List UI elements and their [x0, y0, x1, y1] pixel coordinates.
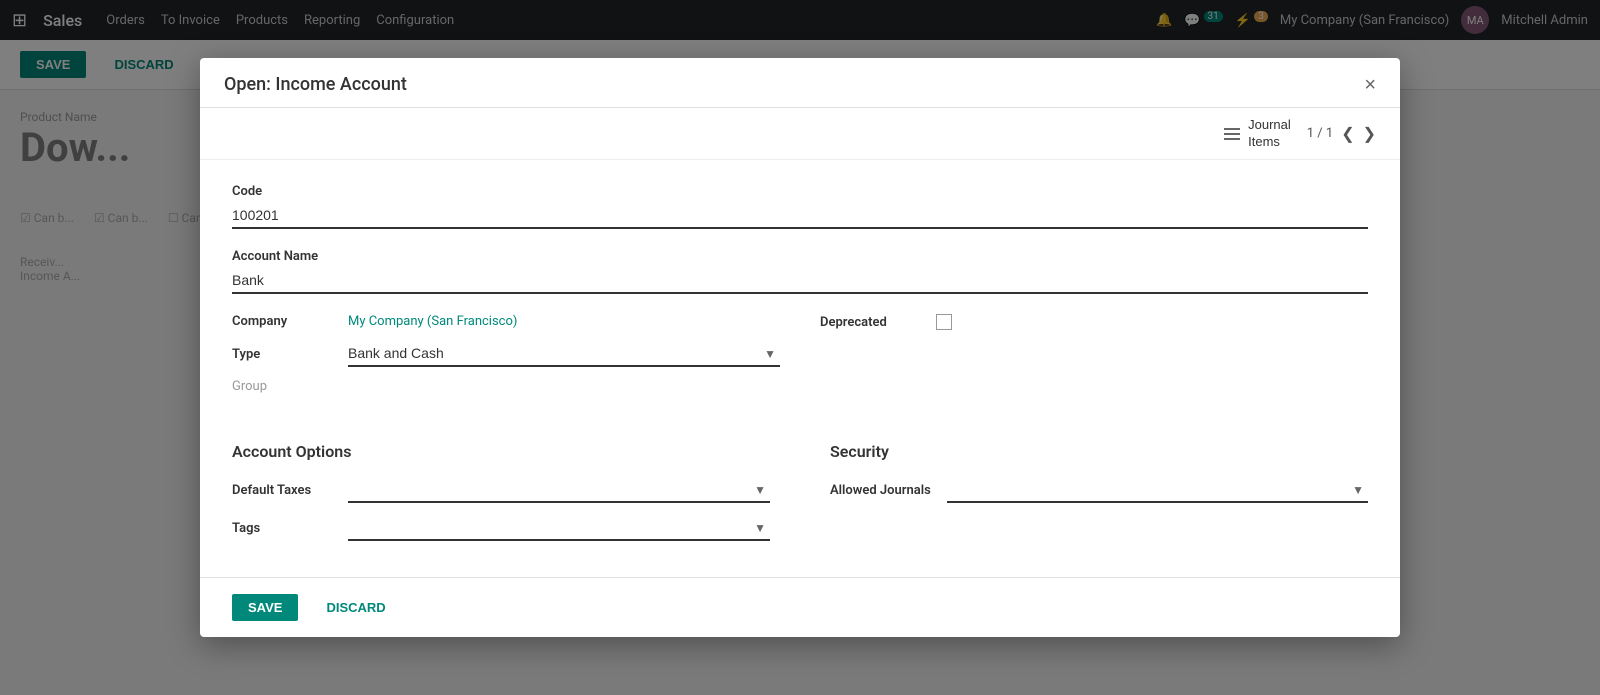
account-options-section: Account Options Default Taxes ▼ Tags: [232, 434, 770, 553]
tags-select[interactable]: [348, 515, 770, 541]
tags-field: Tags ▼: [232, 515, 770, 541]
code-input[interactable]: [232, 203, 1368, 229]
journal-items-button[interactable]: JournalItems: [1224, 117, 1291, 151]
modal-title: Open: Income Account: [224, 74, 407, 95]
group-field: Group: [232, 379, 780, 406]
deprecated-checkbox-wrapper: [936, 314, 952, 330]
account-name-field-group: Account Name: [232, 249, 1368, 294]
security-section: Security Allowed Journals ▼: [830, 434, 1368, 553]
allowed-journals-select[interactable]: [947, 477, 1368, 503]
default-taxes-select-wrapper: ▼: [348, 477, 770, 503]
code-label: Code: [232, 184, 1368, 199]
journal-items-icon: [1224, 128, 1240, 140]
modal-discard-button[interactable]: DISCARD: [310, 594, 401, 621]
modal-save-button[interactable]: SAVE: [232, 594, 298, 621]
pagination-next-button[interactable]: ❯: [1363, 124, 1376, 144]
modal-toolbar: JournalItems 1 / 1 ❮ ❯: [200, 108, 1400, 160]
modal-dialog: Open: Income Account × JournalItems 1 / …: [200, 58, 1400, 637]
modal-close-button[interactable]: ×: [1364, 75, 1376, 95]
company-value[interactable]: My Company (San Francisco): [348, 314, 517, 329]
tags-select-wrapper: ▼: [348, 515, 770, 541]
icon-line-1: [1224, 128, 1240, 130]
code-field-group: Code: [232, 184, 1368, 229]
type-select-wrapper: Bank and Cash ▼: [348, 341, 780, 367]
security-heading: Security: [830, 442, 1368, 461]
icon-line-3: [1224, 138, 1240, 140]
default-taxes-select[interactable]: [348, 477, 770, 503]
type-field: Type Bank and Cash ▼: [232, 341, 780, 367]
account-options-heading: Account Options: [232, 442, 770, 461]
company-field: Company My Company (San Francisco): [232, 314, 780, 329]
icon-line-2: [1224, 133, 1240, 135]
company-col: Company My Company (San Francisco) Type …: [232, 314, 780, 418]
group-label: Group: [232, 379, 267, 394]
tags-label: Tags: [232, 521, 332, 536]
company-deprecated-row: Company My Company (San Francisco) Type …: [232, 314, 1368, 418]
type-select[interactable]: Bank and Cash: [348, 341, 780, 367]
journal-items-label: JournalItems: [1248, 117, 1291, 151]
type-label: Type: [232, 347, 332, 362]
pagination-text: 1 / 1: [1307, 126, 1333, 141]
default-taxes-field: Default Taxes ▼: [232, 477, 770, 503]
two-sections: Account Options Default Taxes ▼ Tags: [232, 434, 1368, 553]
allowed-journals-field: Allowed Journals ▼: [830, 477, 1368, 503]
pagination-prev-button[interactable]: ❮: [1341, 124, 1354, 144]
account-name-input[interactable]: [232, 268, 1368, 294]
modal-header: Open: Income Account ×: [200, 58, 1400, 108]
allowed-journals-label: Allowed Journals: [830, 483, 931, 498]
modal-footer: SAVE DISCARD: [200, 577, 1400, 637]
deprecated-field: Deprecated: [820, 314, 1368, 330]
deprecated-checkbox[interactable]: [936, 314, 952, 330]
modal-overlay: Open: Income Account × JournalItems 1 / …: [0, 0, 1600, 695]
allowed-journals-select-wrapper: ▼: [947, 477, 1368, 503]
company-label: Company: [232, 314, 332, 329]
pagination-controls: 1 / 1 ❮ ❯: [1307, 124, 1376, 144]
deprecated-label: Deprecated: [820, 315, 920, 330]
account-name-label: Account Name: [232, 249, 1368, 264]
modal-body: Code Account Name Company My Company (Sa…: [200, 160, 1400, 577]
deprecated-col: Deprecated: [820, 314, 1368, 342]
default-taxes-label: Default Taxes: [232, 483, 332, 498]
